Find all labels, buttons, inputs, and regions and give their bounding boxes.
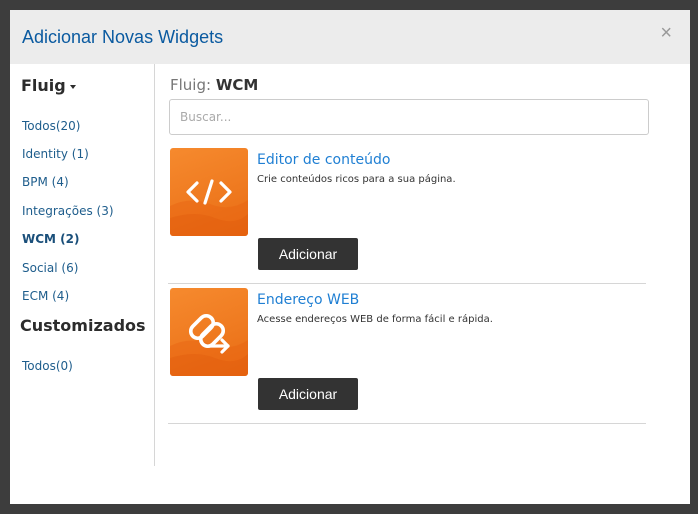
add-widget-button[interactable]: Adicionar	[258, 378, 358, 410]
sidebar-item-todos[interactable]: Todos(20)	[22, 119, 80, 133]
sidebar-item-integracoes[interactable]: Integrações (3)	[22, 204, 114, 218]
caret-down-icon	[69, 84, 76, 89]
add-widgets-modal: Adicionar Novas Widgets × Fluig Todos(20…	[10, 10, 690, 504]
add-widget-button[interactable]: Adicionar	[258, 238, 358, 270]
modal-title: Adicionar Novas Widgets	[22, 27, 224, 47]
widget-card: Endereço WEB Acesse endereços WEB de for…	[168, 284, 646, 424]
widget-card: Editor de conteúdo Crie conteúdos ricos …	[168, 144, 646, 284]
widget-thumbnail	[170, 288, 248, 376]
sidebar-item-custom-todos[interactable]: Todos(0)	[22, 359, 73, 373]
code-icon	[170, 179, 248, 236]
fluig-group-dropdown[interactable]: Fluig	[21, 76, 76, 95]
fluig-group-label: Fluig	[21, 76, 66, 95]
widget-title[interactable]: Editor de conteúdo	[257, 152, 390, 168]
widget-description: Crie conteúdos ricos para a sua página.	[257, 174, 456, 185]
content-title-category: WCM	[215, 76, 259, 94]
content-title-prefix: Fluig:	[170, 76, 212, 94]
sidebar-item-identity[interactable]: Identity (1)	[22, 147, 89, 161]
widget-title[interactable]: Endereço WEB	[257, 292, 359, 308]
search-input[interactable]	[169, 99, 649, 135]
link-icon	[170, 313, 248, 376]
sidebar-item-social[interactable]: Social (6)	[22, 261, 78, 275]
close-icon[interactable]: ×	[660, 22, 672, 44]
sidebar-item-ecm[interactable]: ECM (4)	[22, 289, 69, 303]
category-sidebar: Fluig Todos(20) Identity (1) BPM (4) Int…	[10, 64, 155, 466]
widget-thumbnail	[170, 148, 248, 236]
customizados-heading: Customizados	[20, 316, 146, 335]
sidebar-item-wcm[interactable]: WCM (2)	[22, 232, 79, 246]
sidebar-item-bpm[interactable]: BPM (4)	[22, 175, 69, 189]
content-title: Fluig: WCM	[170, 76, 258, 94]
modal-header: Adicionar Novas Widgets ×	[10, 10, 690, 64]
widget-description: Acesse endereços WEB de forma fácil e rá…	[257, 314, 493, 325]
